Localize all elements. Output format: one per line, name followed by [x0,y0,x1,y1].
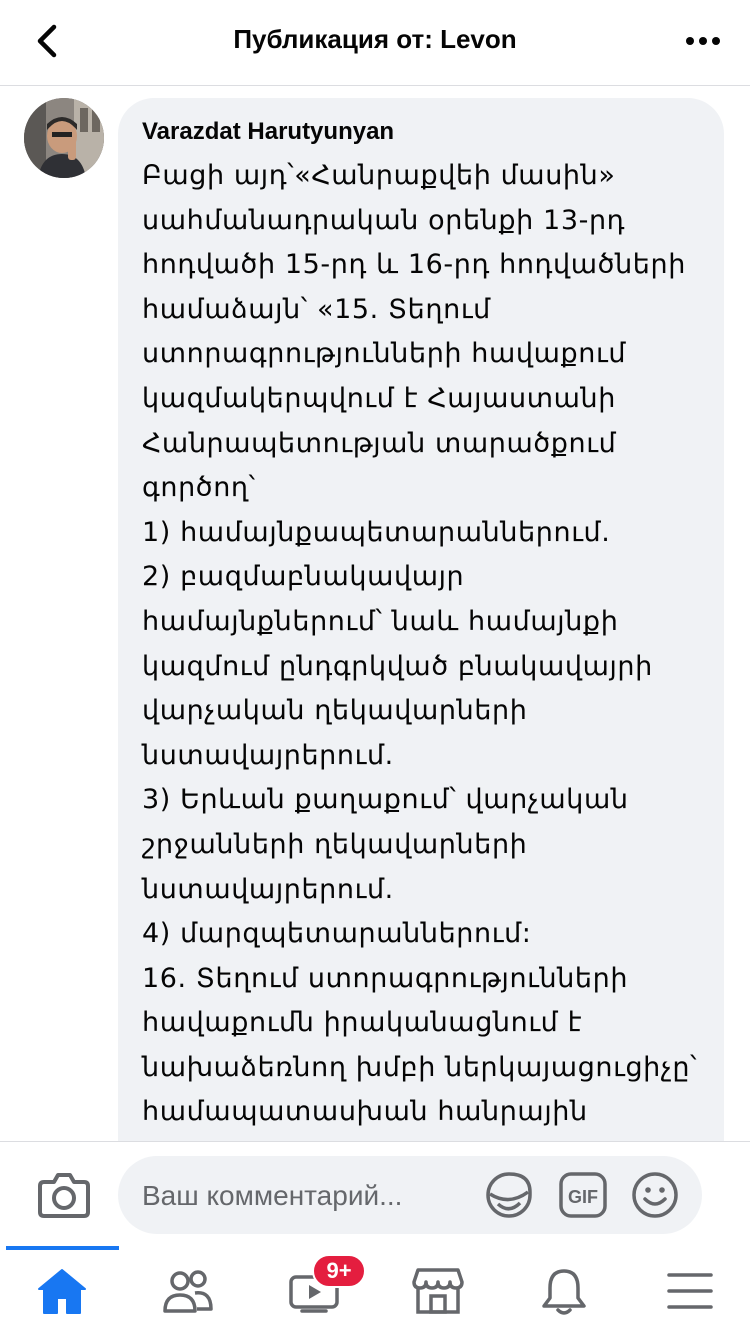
more-horizontal-icon [686,37,720,45]
tab-friends[interactable] [158,1264,218,1318]
sticker-icon [486,1172,532,1218]
tab-marketplace[interactable] [408,1264,468,1318]
active-tab-indicator [6,1246,119,1250]
home-icon [38,1269,86,1314]
page-title: Публикация от: Levon [233,24,517,54]
bell-icon [542,1269,586,1315]
tab-home[interactable] [32,1264,92,1318]
comment-bubble[interactable]: Varazdat Harutyunyan Բացի այդ՝«Հանրաքվեի… [118,98,724,1141]
comment-composer: Ваш комментарий... GIF [0,1141,750,1246]
gif-button[interactable]: GIF [558,1170,608,1220]
menu-icon [667,1273,713,1309]
camera-button[interactable] [36,1170,92,1220]
marketplace-icon [412,1268,464,1314]
camera-icon [38,1173,90,1218]
comment-input[interactable]: Ваш комментарий... GIF [118,1156,702,1234]
comment: Varazdat Harutyunyan Բացի այդ՝«Հանրաքվեի… [0,86,750,1141]
tab-notifications[interactable] [534,1264,594,1318]
bottom-navigation: 9+ [0,1246,750,1334]
comment-placeholder: Ваш комментарий... [142,1180,403,1211]
profile-photo-icon [24,98,104,178]
avatar[interactable] [24,98,104,178]
chevron-left-icon [37,24,57,58]
back-button[interactable] [22,16,72,66]
friends-icon [163,1270,213,1313]
top-bar: Публикация от: Levon [0,0,750,86]
gif-label: GIF [568,1187,598,1207]
smiley-icon [632,1172,678,1218]
gif-icon: GIF [559,1172,607,1218]
emoji-button[interactable] [630,1170,680,1220]
tab-menu[interactable] [660,1264,720,1318]
more-options-button[interactable] [678,18,728,64]
comment-text: Բացի այդ՝«Հանրաքվեի մասին» սահմանադրական… [142,160,698,1128]
sticker-button[interactable] [484,1170,534,1220]
watch-notification-badge: 9+ [312,1254,366,1288]
comment-author[interactable]: Varazdat Harutyunyan [142,116,700,148]
